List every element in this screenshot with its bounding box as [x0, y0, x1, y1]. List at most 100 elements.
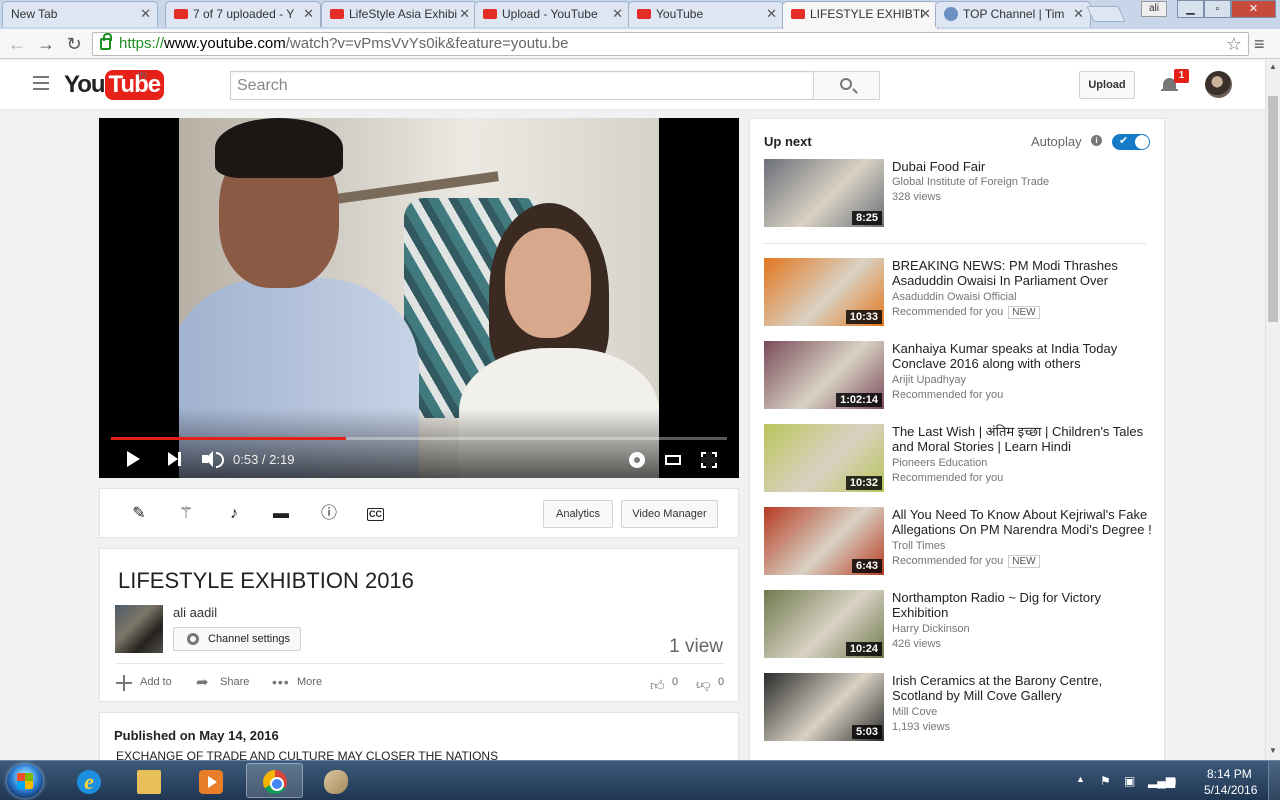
- browser-tab-lifestyle-exhibtion[interactable]: LIFESTYLE EXHIBTI ✕: [782, 1, 938, 29]
- clock-time[interactable]: 8:14 PM: [1207, 767, 1252, 781]
- browser-user-badge[interactable]: ali: [1141, 1, 1167, 17]
- progress-bar[interactable]: [111, 437, 727, 440]
- reload-icon[interactable]: ↻: [62, 32, 86, 56]
- tab-close-icon[interactable]: ✕: [459, 6, 470, 22]
- analytics-button[interactable]: Analytics: [543, 500, 613, 528]
- tab-close-icon[interactable]: ✕: [920, 6, 931, 22]
- browser-menu-icon[interactable]: ≡: [1254, 34, 1265, 55]
- autoplay-info-icon[interactable]: i: [1091, 135, 1102, 146]
- guide-menu-icon[interactable]: [33, 76, 49, 90]
- related-video-item[interactable]: 10:32 The Last Wish | अंतिम इच्छा | Child…: [764, 424, 1154, 494]
- fullscreen-icon[interactable]: [701, 452, 717, 468]
- thumbs-up-icon[interactable]: 👍︎: [650, 677, 665, 694]
- taskbar-media-player[interactable]: [182, 763, 239, 798]
- thumbs-down-icon[interactable]: 👍︎: [696, 677, 711, 694]
- related-video-title[interactable]: Irish Ceramics at the Barony Centre, Sco…: [892, 673, 1154, 703]
- browser-tab-new-tab[interactable]: New Tab ✕: [2, 1, 158, 27]
- related-video-item[interactable]: 5:03 Irish Ceramics at the Barony Centre,…: [764, 673, 1154, 743]
- related-video-title[interactable]: Kanhaiya Kumar speaks at India Today Con…: [892, 341, 1154, 371]
- related-video-thumbnail[interactable]: 10:24: [764, 590, 884, 658]
- scroll-down-arrow-icon[interactable]: ▼: [1269, 746, 1277, 755]
- play-icon[interactable]: [127, 451, 140, 467]
- channel-name-link[interactable]: ali aadil: [173, 605, 217, 620]
- browser-tab-upload-youtube[interactable]: Upload - YouTube ✕: [474, 1, 630, 27]
- share-arrow-icon[interactable]: ➦: [196, 675, 209, 690]
- settings-gear-icon[interactable]: [629, 452, 645, 468]
- related-video-title[interactable]: Dubai Food Fair: [892, 159, 1154, 174]
- maximize-icon[interactable]: ▫: [1204, 0, 1231, 18]
- scrollbar-thumb[interactable]: [1268, 96, 1278, 322]
- network-signal-icon[interactable]: ▂▄▆: [1148, 774, 1175, 788]
- clock-date[interactable]: 5/14/2016: [1204, 783, 1257, 797]
- channel-settings-button[interactable]: Channel settings: [173, 627, 301, 651]
- related-video-item[interactable]: 8:25 Dubai Food Fair Global Institute of F…: [764, 159, 1154, 229]
- volume-icon[interactable]: [202, 451, 224, 468]
- related-video-thumbnail[interactable]: 8:25: [764, 159, 884, 227]
- address-bar[interactable]: https://www.youtube.com/watch?v=vPmsVvYs…: [92, 32, 1249, 56]
- related-video-thumbnail[interactable]: 6:43: [764, 507, 884, 575]
- more-dots-icon[interactable]: •••: [272, 674, 290, 690]
- add-to-plus-icon[interactable]: [116, 675, 132, 691]
- related-video-title[interactable]: All You Need To Know About Kejriwal's Fa…: [892, 507, 1154, 537]
- forward-arrow-icon[interactable]: →: [34, 32, 58, 56]
- autoplay-toggle[interactable]: ✔: [1112, 134, 1150, 150]
- search-input[interactable]: [230, 71, 814, 100]
- search-button[interactable]: [813, 71, 880, 100]
- taskbar-chrome[interactable]: [246, 763, 303, 798]
- show-desktop-button[interactable]: [1268, 761, 1280, 800]
- related-video-thumbnail[interactable]: 5:03: [764, 673, 884, 741]
- tab-close-icon[interactable]: ✕: [140, 6, 151, 22]
- more-button[interactable]: More: [297, 676, 322, 688]
- tray-expand-icon[interactable]: ▲: [1076, 774, 1085, 784]
- share-button[interactable]: Share: [220, 676, 249, 688]
- related-video-item[interactable]: 6:43 All You Need To Know About Kejriwal'…: [764, 507, 1154, 577]
- annotations-icon[interactable]: ▬: [272, 505, 290, 523]
- related-video-item[interactable]: 10:24 Northampton Radio ~ Dig for Victory…: [764, 590, 1154, 660]
- related-video-thumbnail[interactable]: 10:33: [764, 258, 884, 326]
- subtitles-cc-icon[interactable]: CC: [367, 508, 384, 521]
- taskbar-paint[interactable]: [307, 763, 364, 798]
- tray-device-icon[interactable]: ▣: [1124, 774, 1135, 788]
- browser-tab-youtube[interactable]: YouTube ✕: [628, 1, 784, 27]
- taskbar-internet-explorer[interactable]: e: [60, 763, 117, 798]
- theater-mode-icon[interactable]: [665, 455, 681, 465]
- browser-tab-uploaded[interactable]: 7 of 7 uploaded - Y ✕: [165, 1, 321, 27]
- page-scrollbar[interactable]: ▲ ▼: [1265, 60, 1280, 760]
- info-settings-icon[interactable]: ⓘ: [320, 505, 338, 523]
- related-video-title[interactable]: BREAKING NEWS: PM Modi Thrashes Asaduddi…: [892, 258, 1154, 288]
- bookmark-star-icon[interactable]: ☆: [1226, 33, 1242, 55]
- tab-close-icon[interactable]: ✕: [766, 6, 777, 22]
- channel-avatar[interactable]: [115, 605, 163, 653]
- start-button[interactable]: [7, 764, 43, 798]
- enhancements-wand-icon[interactable]: ⚚: [177, 505, 195, 523]
- scroll-up-arrow-icon[interactable]: ▲: [1269, 62, 1277, 71]
- edit-pencil-icon[interactable]: ✎: [130, 505, 148, 523]
- video-player[interactable]: 0:53 / 2:19: [99, 118, 739, 478]
- tab-close-icon[interactable]: ✕: [303, 6, 314, 22]
- next-video-icon[interactable]: [168, 452, 181, 466]
- tab-close-icon[interactable]: ✕: [612, 6, 623, 22]
- account-avatar[interactable]: [1205, 71, 1232, 98]
- related-video-thumbnail[interactable]: 10:32: [764, 424, 884, 492]
- add-to-button[interactable]: Add to: [140, 676, 172, 688]
- youtube-logo[interactable]: You Tube IN: [64, 70, 165, 100]
- tab-close-icon[interactable]: ✕: [1073, 6, 1084, 22]
- related-video-title[interactable]: Northampton Radio ~ Dig for Victory Exhi…: [892, 590, 1154, 620]
- upload-button[interactable]: Upload: [1079, 71, 1135, 99]
- action-center-flag-icon[interactable]: ⚑: [1100, 774, 1111, 788]
- speaker-icon[interactable]: 🔈︎: [1172, 774, 1179, 789]
- related-video-title[interactable]: The Last Wish | अंतिम इच्छा | Children's…: [892, 424, 1154, 454]
- browser-tab-lifestyle-asia[interactable]: LifeStyle Asia Exhibi ✕: [321, 1, 477, 27]
- audio-note-icon[interactable]: ♪: [225, 505, 243, 523]
- related-video-item[interactable]: 10:33 BREAKING NEWS: PM Modi Thrashes Asa…: [764, 258, 1154, 328]
- new-tab-button[interactable]: [1086, 6, 1126, 22]
- taskbar-file-explorer[interactable]: [120, 763, 177, 798]
- back-arrow-icon[interactable]: ←: [5, 32, 29, 56]
- related-video-thumbnail[interactable]: 1:02:14: [764, 341, 884, 409]
- browser-tab-top-channel[interactable]: TOP Channel | Tim ✕: [935, 1, 1091, 27]
- window-close-icon[interactable]: ✕: [1231, 0, 1276, 18]
- minimize-icon[interactable]: ▁: [1177, 0, 1204, 18]
- related-video-item[interactable]: 1:02:14 Kanhaiya Kumar speaks at India To…: [764, 341, 1154, 411]
- windows-logo-icon: [17, 773, 33, 789]
- video-manager-button[interactable]: Video Manager: [621, 500, 718, 528]
